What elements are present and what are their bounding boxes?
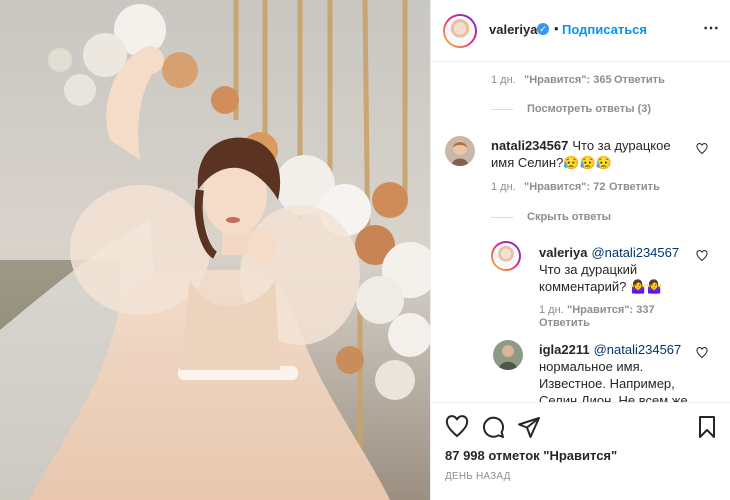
author-avatar[interactable] [443, 14, 477, 48]
hide-replies-button[interactable]: Скрыть ответы [491, 211, 611, 223]
thread-line [491, 216, 513, 218]
comment-age: 1 дн. [491, 74, 516, 86]
hide-replies-label: Скрыть ответы [527, 211, 611, 223]
reply-text: нормальное имя. Известное. Например, Сел… [539, 359, 688, 408]
comment-icon[interactable] [481, 415, 505, 439]
reply-mention[interactable]: @natali234567 [594, 342, 682, 357]
follow-button[interactable]: Подписаться [562, 22, 647, 37]
likes-count[interactable]: 87 998 отметок "Нравится" [445, 448, 617, 463]
share-send-icon[interactable] [517, 415, 541, 439]
comment-likes[interactable]: "Нравится": 72 [524, 181, 605, 193]
like-heart-icon[interactable] [696, 250, 708, 262]
reply-button[interactable]: Ответить [614, 74, 665, 86]
post-actions: 87 998 отметок "Нравится" ДЕНЬ НАЗАД [431, 402, 730, 500]
more-horizontal-icon[interactable]: ⋯ [703, 18, 720, 38]
like-heart-icon[interactable] [696, 143, 708, 155]
reply-username[interactable]: igla2211 [539, 342, 590, 357]
comment-likes[interactable]: "Нравится": 365 [524, 74, 612, 86]
view-replies-button[interactable]: Посмотреть ответы (3) [491, 103, 651, 115]
reply-mention[interactable]: @natali234567 [591, 245, 679, 260]
reply-avatar[interactable] [493, 340, 523, 370]
reply-avatar[interactable] [491, 241, 521, 271]
verified-badge-icon: ✓ [537, 23, 549, 35]
like-heart-icon[interactable] [445, 415, 469, 439]
reply-text: Что за дурацкий комментарий? 🤷‍♀️🤷‍♀️ [539, 262, 663, 294]
comment-username[interactable]: natali234567 [491, 138, 568, 153]
post-sidebar: valeriya ✓ • Подписаться ⋯ 1 дн. "Нравит… [430, 0, 730, 500]
view-replies-label: Посмотреть ответы (3) [527, 103, 652, 115]
header-separator: • [554, 21, 559, 36]
author-username[interactable]: valeriya [489, 22, 537, 37]
comment-age: 1 дн. [491, 181, 516, 193]
reply-likes[interactable]: "Нравится": 337 [567, 304, 655, 316]
post-photo[interactable] [0, 0, 430, 500]
reply-username[interactable]: valeriya [539, 245, 587, 260]
post-timestamp[interactable]: ДЕНЬ НАЗАД [445, 471, 511, 482]
reply-button[interactable]: Ответить [539, 317, 590, 329]
post-header: valeriya ✓ • Подписаться ⋯ [431, 0, 730, 62]
reply-button[interactable]: Ответить [609, 181, 660, 193]
reply-age: 1 дн. [539, 304, 564, 316]
reply-body: igla2211 @natali234567 нормальное имя. Из… [539, 341, 689, 409]
thread-line [491, 108, 513, 110]
like-heart-icon[interactable] [696, 347, 708, 359]
reply-body: valeriya @natali234567 Что за дурацкий ко… [539, 244, 689, 295]
bookmark-icon[interactable] [695, 415, 719, 439]
comment-body: natali234567 Что за дурацкое имя Селин?😥😥… [491, 137, 691, 171]
commenter-avatar[interactable] [445, 136, 475, 166]
